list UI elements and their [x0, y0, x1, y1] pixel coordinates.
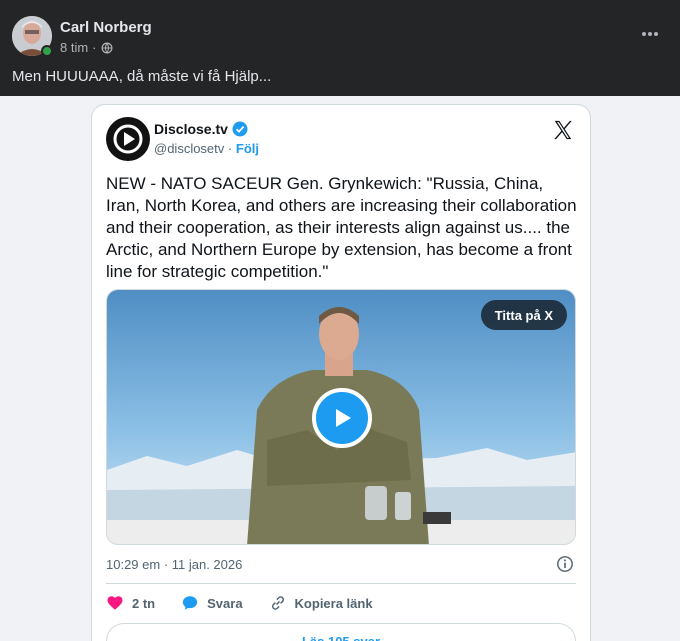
speech-bubble-icon [183, 596, 198, 610]
link-icon [271, 596, 284, 610]
tweet-avatar[interactable] [106, 117, 150, 161]
author-name[interactable]: Carl Norberg [60, 19, 152, 36]
tweet-handle-line: @disclosetv · Följ [154, 141, 259, 156]
reply-label: Svara [207, 595, 243, 611]
tweet-actions: 2 tn Svara Kopiera länk [106, 594, 399, 612]
post-meta: 8 tim · [60, 40, 113, 55]
post-header: Carl Norberg 8 tim · Men HUUUAAA, då mås… [0, 0, 680, 96]
copy-link-button[interactable]: Kopiera länk [269, 594, 373, 612]
more-dots-icon [642, 32, 658, 36]
author-avatar[interactable] [12, 16, 53, 57]
post-text: Men HUUUAAA, då måste vi få Hjälp... [12, 68, 272, 85]
play-icon [336, 409, 351, 427]
post-time[interactable]: 8 tim [60, 40, 88, 55]
play-button[interactable] [312, 388, 372, 448]
tweet-display-name[interactable]: Disclose.tv [154, 121, 248, 137]
tweet-divider [106, 583, 576, 584]
tweet-handle[interactable]: @disclosetv [154, 141, 224, 156]
globe-icon[interactable] [101, 42, 113, 54]
follow-link[interactable]: Följ [236, 141, 259, 156]
copy-link-label: Kopiera länk [294, 595, 373, 611]
tweet-video[interactable]: Titta på X [106, 289, 576, 545]
like-button[interactable]: 2 tn [106, 594, 155, 612]
reply-button[interactable]: Svara [181, 594, 243, 612]
watch-on-x-button[interactable]: Titta på X [480, 300, 567, 330]
embedded-tweet-area: Disclose.tv @disclosetv · Följ NEW - NAT… [0, 96, 680, 641]
read-replies-button[interactable]: Läs 105 svar [106, 623, 576, 641]
tweet-text: NEW - NATO SACEUR Gen. Grynkewich: "Russ… [106, 174, 577, 281]
handle-separator: · [227, 141, 233, 156]
more-options-button[interactable] [638, 22, 662, 46]
like-count: 2 tn [132, 595, 156, 611]
online-status-dot [41, 45, 53, 57]
meta-separator: · [92, 40, 97, 55]
tweet-timestamp[interactable]: 10:29 em · 11 jan. 2026 [106, 557, 242, 572]
play-logo-icon [107, 118, 149, 160]
x-logo-icon[interactable] [552, 119, 574, 141]
info-icon[interactable] [556, 555, 574, 573]
tweet-card[interactable]: Disclose.tv @disclosetv · Följ NEW - NAT… [91, 104, 591, 641]
heart-icon [107, 596, 123, 610]
tweet-display-name-text: Disclose.tv [154, 121, 228, 137]
verified-badge-icon [232, 121, 248, 137]
